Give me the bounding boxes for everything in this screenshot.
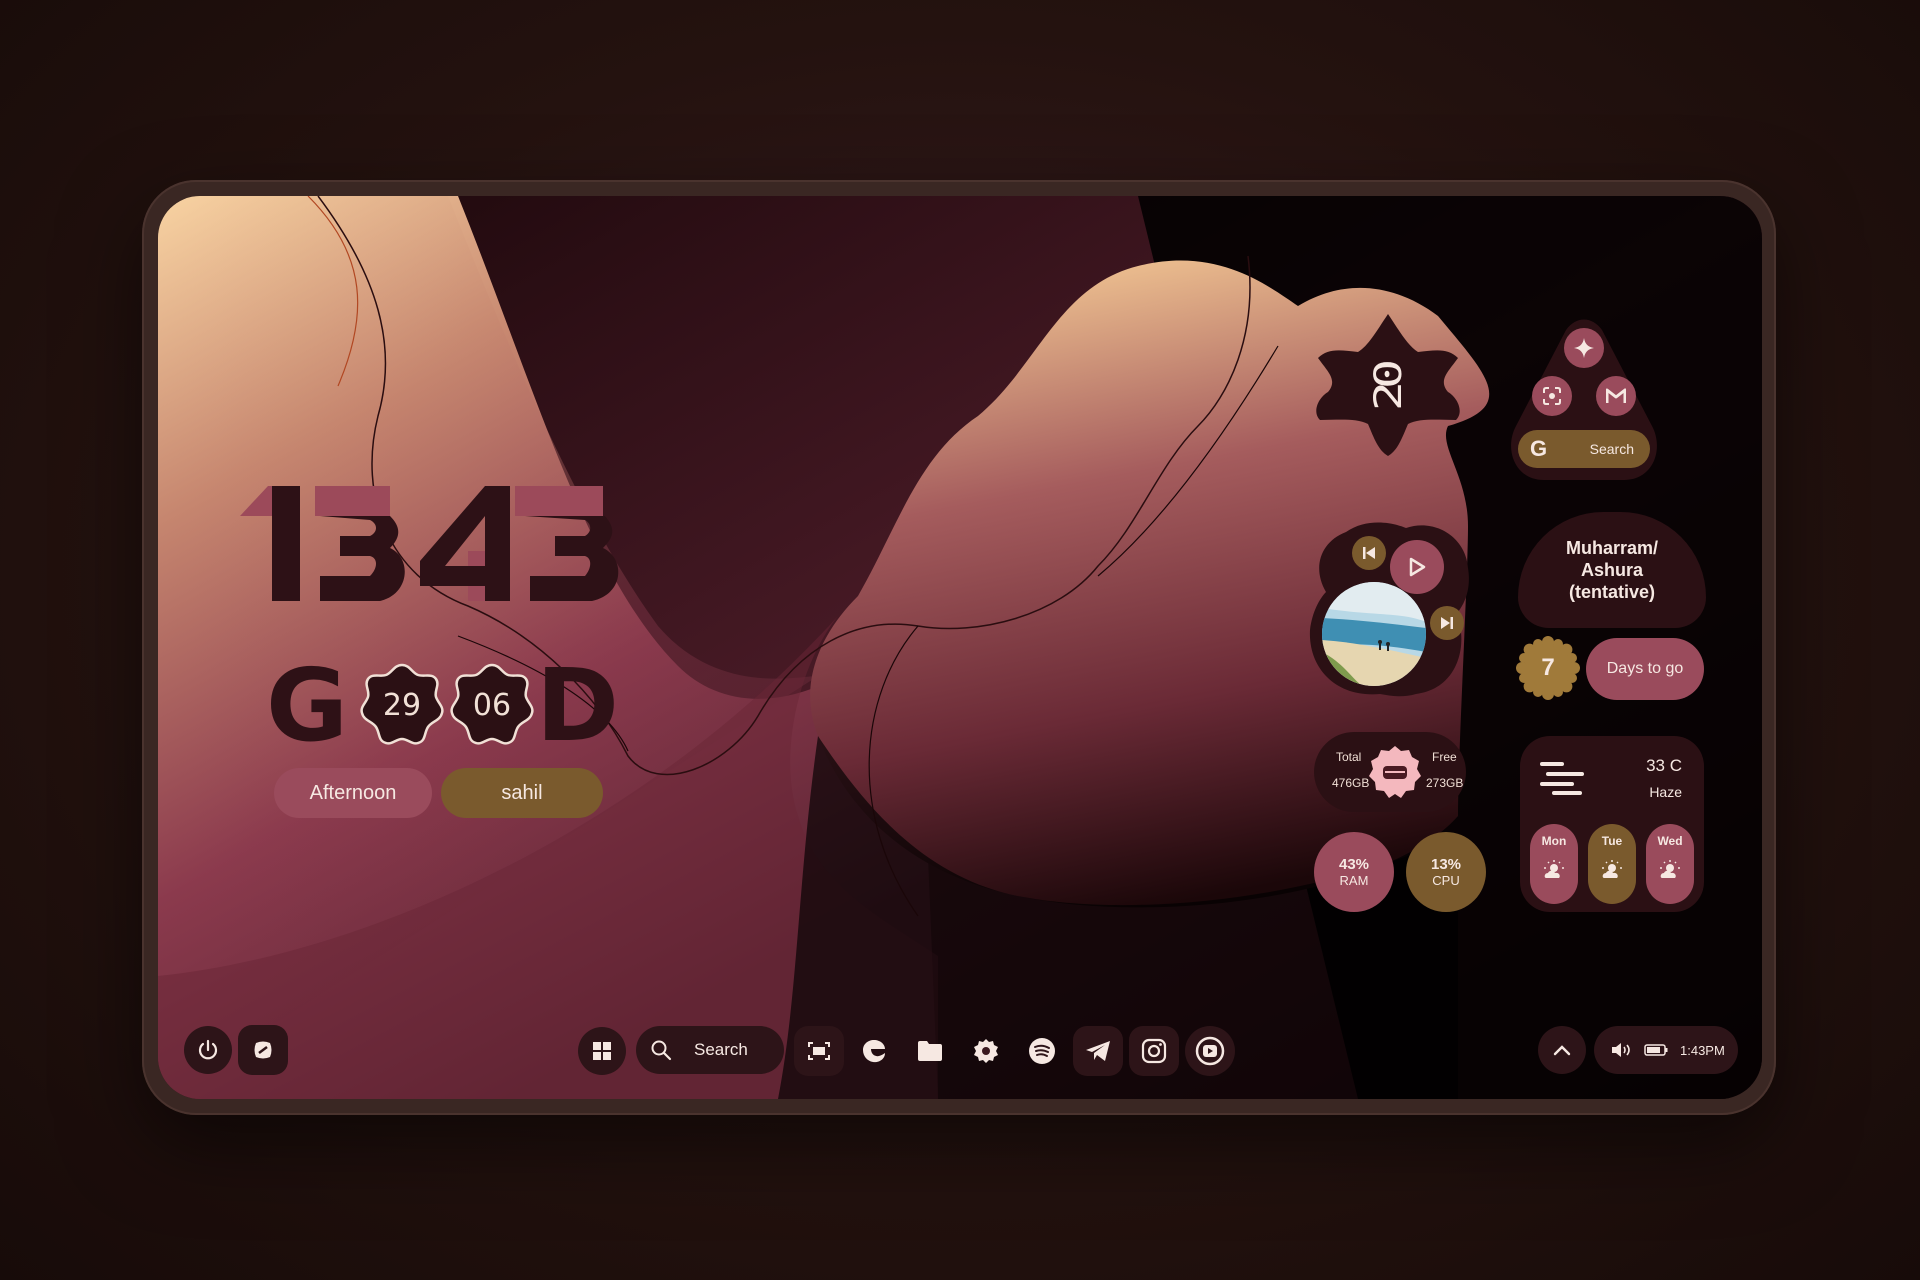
greeting-letter-d: D <box>536 647 620 764</box>
date-month-badge: 06 <box>450 663 534 747</box>
ram-usage-badge: 43% RAM <box>1314 832 1394 912</box>
storage-total-label: Total <box>1336 750 1362 764</box>
badge-number: 20 <box>1366 366 1410 412</box>
user-pill: sahil <box>441 768 603 818</box>
youtube-icon <box>1195 1036 1225 1066</box>
date-month: 06 <box>472 687 512 723</box>
battery-icon[interactable] <box>1644 1044 1668 1056</box>
partly-sunny-icon <box>1602 860 1622 878</box>
forecast-tue: Tue <box>1588 824 1636 904</box>
snipping-tool-icon <box>808 1042 830 1060</box>
search-icon <box>651 1040 672 1061</box>
lens-icon <box>1543 387 1561 405</box>
power-button[interactable] <box>184 1026 232 1074</box>
drive-icon <box>1369 746 1421 798</box>
weather-temp: 33 C <box>1646 756 1682 775</box>
ram-value: 43% <box>1338 856 1370 873</box>
forecast-day-label: Wed <box>1657 834 1683 848</box>
gmail-icon <box>1606 388 1626 403</box>
taskbar-search[interactable]: Search <box>636 1026 784 1074</box>
event-title-line2: Ashura <box>1580 560 1643 580</box>
days-count: 7 <box>1541 654 1555 681</box>
taskbar-app-spotify[interactable] <box>1017 1026 1067 1076</box>
instagram-icon <box>1141 1038 1167 1064</box>
period-pill: Afternoon <box>274 768 432 818</box>
google-search-label: Search <box>1589 441 1634 457</box>
previous-track-button[interactable] <box>1352 536 1386 570</box>
taskbar-app-snipping[interactable] <box>794 1026 844 1076</box>
lens-button[interactable] <box>1532 376 1572 416</box>
taskbar-app-edge[interactable] <box>849 1026 899 1076</box>
forecast-day-label: Mon <box>1541 834 1567 848</box>
partly-sunny-icon <box>1544 860 1564 878</box>
ai-sparkle-button[interactable] <box>1564 328 1604 368</box>
edge-icon <box>863 1040 885 1063</box>
taskbar-app-settings[interactable] <box>961 1026 1011 1076</box>
days-to-go-pill: Days to go <box>1586 638 1704 700</box>
skip-previous-icon <box>1363 547 1375 559</box>
ram-label: RAM <box>1339 873 1369 888</box>
weather-widget: 33 C Haze Mon Tue Wed <box>1520 736 1704 912</box>
play-icon <box>1409 557 1426 577</box>
date-day-badge: 29 <box>360 663 444 747</box>
quick-launch-panel: G Search <box>1504 316 1664 486</box>
storage-free-label: Free <box>1432 750 1457 764</box>
taskbar-search-label: Search <box>694 1040 748 1059</box>
forecast-mon: Mon <box>1530 824 1578 904</box>
weather-condition: Haze <box>1649 784 1682 800</box>
number-badge: 20 <box>1308 312 1468 462</box>
cpu-label: CPU <box>1432 873 1460 888</box>
volume-icon[interactable] <box>1610 1041 1632 1059</box>
event-title-line1: Muharram/ <box>1565 538 1659 558</box>
windows-icon <box>593 1042 611 1060</box>
system-tray[interactable]: 1:43PM <box>1594 1026 1738 1074</box>
media-player-widget <box>1306 518 1474 700</box>
telegram-icon <box>1086 1041 1110 1061</box>
clock-display: 13 43 <box>240 486 619 601</box>
taskbar-app-files[interactable] <box>905 1026 955 1076</box>
desktop-screen: 13 43 G 29 06 D Afternoon sahil 20 G Se <box>158 196 1762 1099</box>
taskbar-app-telegram[interactable] <box>1073 1026 1123 1076</box>
taskbar-app-instagram[interactable] <box>1129 1026 1179 1076</box>
album-art <box>1322 582 1426 686</box>
app-launcher-button[interactable] <box>238 1025 288 1075</box>
spotify-icon <box>1029 1038 1055 1064</box>
chevron-up-icon <box>1553 1045 1571 1056</box>
cpu-value: 13% <box>1430 856 1462 873</box>
days-count-badge: 7 <box>1516 636 1580 700</box>
play-button[interactable] <box>1390 540 1444 594</box>
next-track-button[interactable] <box>1430 606 1464 640</box>
launcher-icon <box>254 1041 272 1059</box>
date-day: 29 <box>382 687 422 723</box>
show-hidden-icons-button[interactable] <box>1538 1026 1586 1074</box>
taskbar-app-youtube[interactable] <box>1185 1026 1235 1076</box>
partly-sunny-icon <box>1660 860 1680 878</box>
gear-icon <box>974 1039 998 1063</box>
google-search-bar[interactable]: G Search <box>1518 430 1650 468</box>
forecast-wed: Wed <box>1646 824 1694 904</box>
haze-icon <box>1540 762 1584 795</box>
google-icon: G <box>1530 436 1548 461</box>
skip-next-icon <box>1441 617 1453 629</box>
gmail-button[interactable] <box>1596 376 1636 416</box>
cpu-usage-badge: 13% CPU <box>1406 832 1486 912</box>
start-button[interactable] <box>578 1027 626 1075</box>
event-title-line3: (tentative) <box>1568 582 1655 602</box>
clock-time[interactable]: 1:43PM <box>1680 1043 1725 1058</box>
storage-total-value: 476GB <box>1332 776 1370 790</box>
storage-free-value: 273GB <box>1426 776 1464 790</box>
folder-icon <box>918 1041 942 1061</box>
greeting-letter-g: G <box>266 647 349 764</box>
sparkle-icon <box>1574 338 1594 358</box>
storage-widget: Total 476GB Free 273GB <box>1314 732 1466 812</box>
forecast-day-label: Tue <box>1601 834 1623 848</box>
power-icon <box>198 1039 218 1060</box>
